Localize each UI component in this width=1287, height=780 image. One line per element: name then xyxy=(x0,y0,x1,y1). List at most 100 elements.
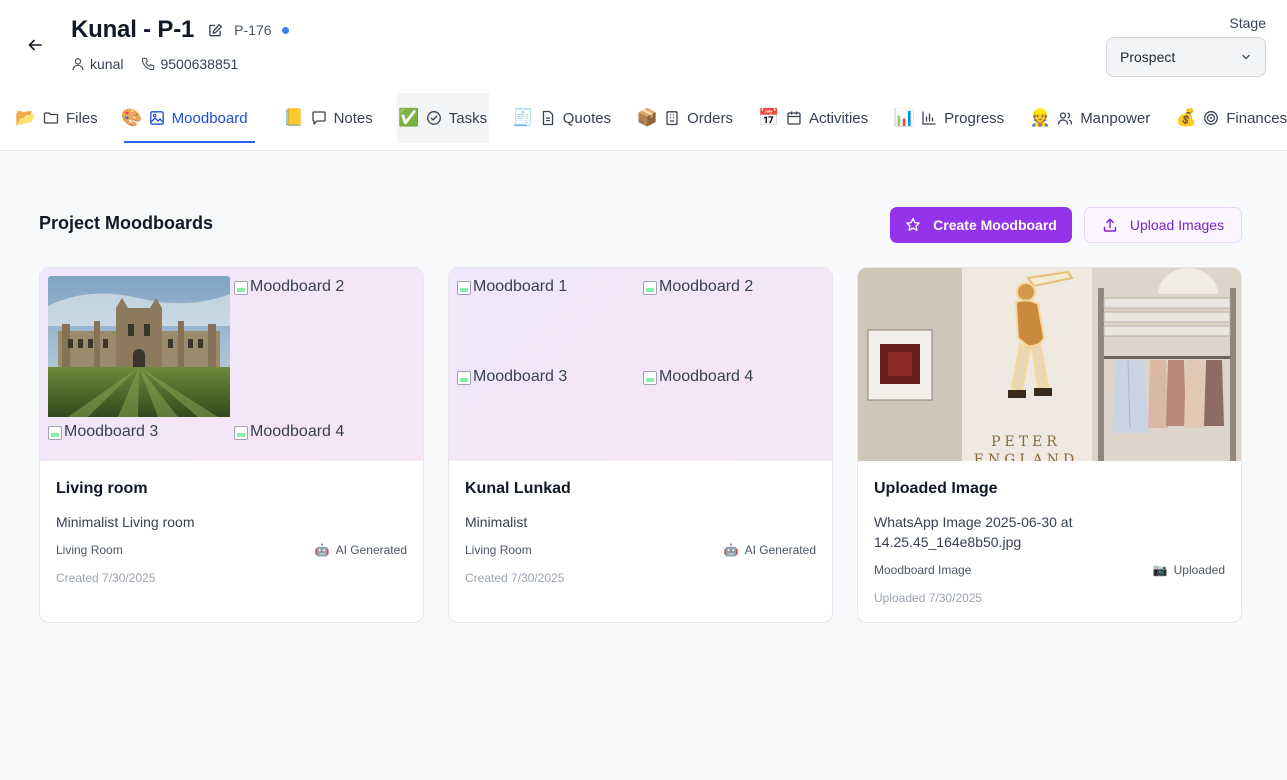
badge-label: AI Generated xyxy=(744,543,816,557)
notebook-emoji-icon: 📒 xyxy=(282,108,305,127)
check-circle-icon xyxy=(426,110,442,126)
moneybag-emoji-icon: 💰 xyxy=(1175,108,1197,127)
bar-chart-icon xyxy=(921,110,937,126)
stage-value: Prospect xyxy=(1120,49,1176,65)
image-alt-text: Moodboard 4 xyxy=(250,423,345,440)
broken-image: Moodboard 4 xyxy=(234,423,416,453)
card-description: Minimalist xyxy=(465,514,528,530)
tab-label: Finances xyxy=(1226,109,1287,127)
stage-select[interactable]: Prospect xyxy=(1106,37,1266,77)
palette-emoji-icon: 🎨 xyxy=(121,108,143,127)
uploaded-store-image: PETER ENGLAND xyxy=(858,268,1241,461)
tab-label: Moodboard xyxy=(171,109,248,127)
folder-emoji-icon: 📂 xyxy=(15,108,37,127)
create-moodboard-label: Create Moodboard xyxy=(933,217,1057,233)
image-alt-text: Moodboard 3 xyxy=(473,368,568,385)
create-moodboard-button[interactable]: Create Moodboard xyxy=(890,207,1072,243)
status-dot xyxy=(281,26,289,34)
card-title: Uploaded Image xyxy=(874,480,998,497)
broken-image: Moodboard 2 xyxy=(234,278,416,419)
svg-text:ENGLAND: ENGLAND xyxy=(974,452,1079,461)
badge-label: AI Generated xyxy=(335,543,407,557)
project-header: Kunal - P-1 P-176 kunal 9500638851 Stage… xyxy=(0,0,1287,151)
broken-image-icon xyxy=(643,281,657,295)
tab-manpower[interactable]: 👷 Manpower xyxy=(1016,93,1162,143)
broken-image: Moodboard 4 xyxy=(643,368,825,408)
uploaded-date: Uploaded 7/30/2025 xyxy=(874,591,983,605)
active-tab-indicator xyxy=(124,141,255,143)
broken-image-icon xyxy=(48,426,62,440)
upload-images-button[interactable]: Upload Images xyxy=(1084,207,1242,243)
card-description: WhatsApp Image 2025-06-30 at 14.25.45_16… xyxy=(874,514,1073,550)
badge-label: Uploaded xyxy=(1173,563,1225,577)
tab-finances[interactable]: 💰 Finances xyxy=(1162,93,1287,143)
folder-icon xyxy=(43,110,59,126)
moodboard-preview: PETER ENGLAND xyxy=(858,268,1241,461)
worker-emoji-icon: 👷 xyxy=(1029,108,1051,127)
image-alt-text: Moodboard 2 xyxy=(659,278,754,295)
stage-label: Stage xyxy=(1229,15,1266,31)
card-meta: Living Room 🤖 AI Generated xyxy=(56,543,407,557)
broken-image-icon xyxy=(457,281,471,295)
broken-image: Moodboard 3 xyxy=(48,423,230,453)
tab-label: Activities xyxy=(808,109,869,127)
tab-moodboard[interactable]: 🎨 Moodboard xyxy=(110,93,260,143)
document-icon xyxy=(540,110,556,126)
moodboard-card[interactable]: Moodboard 1 Moodboard 2 Moodboard 3 Mood… xyxy=(448,267,833,623)
broken-image-icon xyxy=(234,426,248,440)
tab-files[interactable]: 📂 Files xyxy=(0,93,110,143)
phone-info: 9500638851 xyxy=(141,56,238,72)
tab-tasks[interactable]: ✅ Tasks xyxy=(396,93,489,143)
room-type: Living Room xyxy=(56,543,123,557)
moodboard-card[interactable]: PETER ENGLAND Uploaded Image WhatsApp Im… xyxy=(857,267,1242,623)
tab-progress[interactable]: 📊 Progress xyxy=(880,93,1016,143)
tab-notes[interactable]: 📒 Notes xyxy=(260,93,385,143)
phone-icon xyxy=(142,57,155,71)
check-emoji-icon: ✅ xyxy=(398,108,420,127)
upload-images-label: Upload Images xyxy=(1129,217,1225,233)
image-alt-text: Moodboard 1 xyxy=(473,278,568,295)
calendar-emoji-icon: 📅 xyxy=(758,108,780,127)
moodboard-preview: Moodboard 2 Moodboard 3 Moodboard 4 xyxy=(40,268,423,461)
card-title: Living room xyxy=(56,480,148,497)
created-date: Created 7/30/2025 xyxy=(465,571,565,585)
broken-image-icon xyxy=(234,281,248,295)
owner-info: kunal xyxy=(71,56,123,72)
tab-activities[interactable]: 📅 Activities xyxy=(745,93,880,143)
image-type: Moodboard Image xyxy=(874,563,972,577)
broken-image-icon xyxy=(457,371,471,385)
robot-icon: 🤖 xyxy=(314,543,330,557)
back-arrow-icon[interactable] xyxy=(24,34,46,56)
image-icon xyxy=(149,110,165,126)
created-date: Created 7/30/2025 xyxy=(56,571,156,585)
section-title: Project Moodboards xyxy=(39,213,214,233)
user-icon xyxy=(72,58,84,71)
college-building-image xyxy=(48,276,230,417)
project-title: Kunal - P-1 xyxy=(71,16,195,43)
tab-quotes[interactable]: 🧾 Quotes xyxy=(489,93,623,143)
moodboard-card[interactable]: Moodboard 2 Moodboard 3 Moodboard 4 Livi… xyxy=(39,267,424,623)
building-icon xyxy=(664,110,680,126)
upload-icon xyxy=(1103,218,1117,232)
tab-label: Orders xyxy=(687,109,733,127)
project-tabs: 📂 Files 🎨 Moodboard 📒 Notes ✅ Tasks 🧾 Qu… xyxy=(0,93,1287,143)
chart-emoji-icon: 📊 xyxy=(893,108,915,127)
receipt-emoji-icon: 🧾 xyxy=(512,108,534,127)
ai-generated-badge: 🤖 AI Generated xyxy=(724,543,816,557)
target-icon xyxy=(1203,110,1219,126)
card-meta: Moodboard Image 📷 Uploaded xyxy=(874,563,1225,577)
tab-label: Notes xyxy=(333,109,373,127)
robot-icon: 🤖 xyxy=(723,543,739,557)
room-type: Living Room xyxy=(465,543,532,557)
message-icon xyxy=(311,110,327,126)
tab-orders[interactable]: 📦 Orders xyxy=(623,93,745,143)
chevron-down-icon xyxy=(1242,54,1250,60)
broken-image-icon xyxy=(643,371,657,385)
star-icon xyxy=(906,217,921,231)
owner-name: kunal xyxy=(90,56,124,72)
broken-image: Moodboard 3 xyxy=(457,368,639,408)
tab-label: Files xyxy=(66,109,98,127)
moodboard-preview: Moodboard 1 Moodboard 2 Moodboard 3 Mood… xyxy=(449,268,832,461)
uploaded-badge: 📷 Uploaded xyxy=(1153,563,1225,577)
edit-icon[interactable] xyxy=(206,21,224,39)
